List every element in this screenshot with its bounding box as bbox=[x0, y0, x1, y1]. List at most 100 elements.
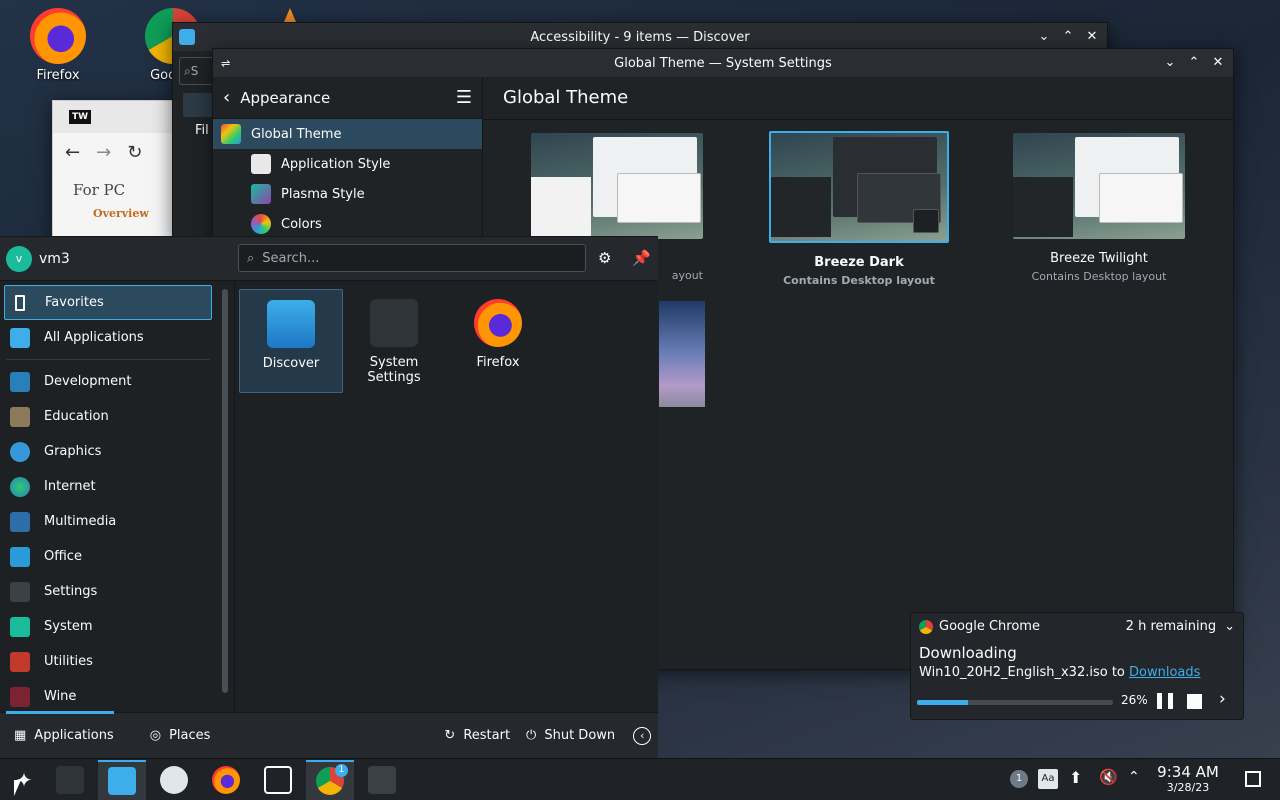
sidebar-title: Appearance bbox=[240, 88, 331, 107]
sidebar-item-colors[interactable]: Colors bbox=[213, 209, 482, 239]
category-all-applications[interactable]: All Applications bbox=[0, 320, 216, 355]
clock[interactable]: 9:34 AM 3/28/23 bbox=[1152, 763, 1224, 794]
reload-icon[interactable]: ↻ bbox=[127, 142, 142, 163]
theme-thumbnail bbox=[769, 131, 949, 243]
category-graphics[interactable]: Graphics bbox=[0, 434, 216, 469]
close-icon[interactable]: ✕ bbox=[1085, 30, 1099, 44]
tab-applications[interactable]: ▦ Applications bbox=[14, 728, 114, 743]
task-screenshot[interactable] bbox=[254, 760, 302, 800]
chrome-icon bbox=[919, 619, 933, 634]
sidebar-item-global-theme[interactable]: Global Theme bbox=[213, 119, 482, 149]
category-wine[interactable]: Wine bbox=[0, 679, 216, 714]
category-scrollbar[interactable] bbox=[222, 289, 228, 693]
more-options-icon[interactable]: ‹ bbox=[633, 726, 652, 745]
task-system-settings[interactable] bbox=[46, 760, 94, 800]
settings-app-icon: ⇌ bbox=[221, 57, 231, 70]
category-office[interactable]: Office bbox=[0, 539, 216, 574]
maximize-icon[interactable]: ⌃ bbox=[1187, 56, 1201, 70]
notification-file: Win10_20H2_English_x32.iso to bbox=[919, 665, 1130, 680]
grid-icon: ▦ bbox=[14, 728, 27, 743]
configure-icon[interactable]: ⚙ bbox=[598, 249, 611, 267]
minimize-icon[interactable]: ⌄ bbox=[1037, 30, 1051, 44]
launcher-footer: ▦ Applications ◎ Places ↻ Restart ⏻ Shut… bbox=[0, 711, 658, 758]
download-notification[interactable]: Google Chrome 2 h remaining ⌄ Downloadin… bbox=[910, 612, 1244, 720]
compass-icon: ◎ bbox=[149, 728, 162, 743]
forward-icon[interactable]: → bbox=[96, 142, 111, 163]
user-name: vm3 bbox=[39, 250, 70, 267]
category-favorites[interactable]: Favorites bbox=[4, 285, 212, 320]
hamburger-menu-icon[interactable]: ☰ bbox=[456, 87, 472, 108]
tab-places[interactable]: ◎ Places bbox=[150, 728, 211, 743]
volume-muted-icon[interactable]: 🔇 bbox=[1099, 768, 1118, 786]
category-label: Favorites bbox=[45, 295, 104, 310]
favorite-system-settings[interactable]: System Settings bbox=[342, 289, 446, 393]
grid-icon bbox=[10, 327, 30, 348]
browser-window[interactable]: TW ← → ↻ For PC Overview bbox=[52, 100, 188, 240]
pin-icon[interactable]: 📌 bbox=[632, 249, 651, 267]
global-theme-icon bbox=[221, 124, 241, 144]
back-icon[interactable]: ← bbox=[65, 142, 80, 163]
chrome-badge: 1 bbox=[335, 764, 348, 777]
update-icon[interactable]: ⬆ bbox=[1069, 768, 1082, 787]
close-icon[interactable]: ✕ bbox=[1211, 56, 1225, 70]
favorite-label: System Settings bbox=[367, 355, 421, 385]
maximize-icon[interactable]: ⌃ bbox=[1061, 30, 1075, 44]
category-internet[interactable]: Internet bbox=[0, 469, 216, 504]
overview-link[interactable]: Overview bbox=[53, 199, 187, 220]
restart-button[interactable]: ↻ Restart bbox=[444, 728, 510, 743]
theme-name: Breeze Twilight bbox=[1050, 251, 1148, 266]
shutdown-button[interactable]: ⏻ Shut Down bbox=[526, 728, 615, 743]
show-desktop-icon[interactable] bbox=[1245, 771, 1261, 787]
avatar[interactable]: v bbox=[6, 245, 32, 272]
category-settings[interactable]: Settings bbox=[0, 574, 216, 609]
theme-thumbnail bbox=[531, 133, 703, 239]
bookmark-icon bbox=[15, 294, 25, 311]
search-placeholder: Search... bbox=[262, 250, 320, 266]
downloads-link[interactable]: Downloads bbox=[1129, 665, 1200, 680]
utilities-icon bbox=[10, 651, 30, 672]
back-icon[interactable]: ‹ bbox=[223, 87, 230, 108]
minimize-icon[interactable]: ⌄ bbox=[1163, 56, 1177, 70]
category-education[interactable]: Education bbox=[0, 399, 216, 434]
category-system[interactable]: System bbox=[0, 609, 216, 644]
wallpaper-icon[interactable] bbox=[913, 209, 939, 233]
discover-titlebar[interactable]: Accessibility - 9 items — Discover ⌄ ⌃ ✕ bbox=[173, 23, 1107, 51]
task-firefox[interactable] bbox=[202, 760, 250, 800]
category-label: Multimedia bbox=[44, 514, 117, 529]
theme-card-partial[interactable] bbox=[659, 301, 705, 407]
sidebar-item-plasma-style[interactable]: Plasma Style bbox=[213, 179, 482, 209]
multimedia-icon bbox=[10, 511, 30, 532]
task-discover[interactable] bbox=[98, 760, 146, 800]
tray-notification-badge[interactable]: 1 bbox=[1010, 770, 1028, 788]
discover-expander[interactable] bbox=[183, 93, 213, 117]
launcher-header: v vm3 ⌕ Search... ⚙ 📌 bbox=[0, 237, 658, 281]
plasma-style-icon bbox=[251, 184, 271, 204]
sidebar-item-application-style[interactable]: Application Style bbox=[213, 149, 482, 179]
theme-subtitle: Contains Desktop layout bbox=[783, 274, 935, 287]
task-chrome[interactable]: 1 bbox=[306, 760, 354, 800]
tray-expand-icon[interactable]: ⌃ bbox=[1128, 769, 1140, 785]
font-icon[interactable]: Aa bbox=[1038, 769, 1058, 789]
clock-time: 9:34 AM bbox=[1157, 763, 1219, 781]
category-multimedia[interactable]: Multimedia bbox=[0, 504, 216, 539]
internet-icon bbox=[10, 476, 30, 497]
button-label: Shut Down bbox=[544, 728, 616, 743]
category-label: Office bbox=[44, 549, 82, 564]
theme-card-breeze-dark[interactable]: Breeze Dark Contains Desktop layout bbox=[769, 131, 949, 287]
theme-card-breeze-twilight[interactable]: Breeze Twilight Contains Desktop layout bbox=[1013, 133, 1185, 283]
notification-remaining: 2 h remaining bbox=[1125, 619, 1217, 634]
pause-icon[interactable] bbox=[1157, 693, 1173, 709]
category-utilities[interactable]: Utilities bbox=[0, 644, 216, 679]
task-app[interactable] bbox=[150, 760, 198, 800]
category-development[interactable]: Development bbox=[0, 364, 216, 399]
desktop-icon-firefox[interactable]: Firefox bbox=[13, 0, 103, 83]
chevron-down-icon[interactable]: ⌄ bbox=[1224, 619, 1235, 634]
task-terminal[interactable] bbox=[358, 760, 406, 800]
favorite-firefox[interactable]: Firefox bbox=[446, 289, 550, 393]
window-title: Global Theme — System Settings bbox=[614, 55, 832, 71]
search-input[interactable]: ⌕ Search... bbox=[238, 244, 586, 272]
stop-icon[interactable] bbox=[1187, 694, 1202, 709]
favorite-discover[interactable]: Discover bbox=[239, 289, 343, 393]
chevron-right-icon[interactable]: › bbox=[1219, 689, 1226, 709]
settings-titlebar[interactable]: ⇌ Global Theme — System Settings ⌄ ⌃ ✕ bbox=[213, 49, 1233, 77]
